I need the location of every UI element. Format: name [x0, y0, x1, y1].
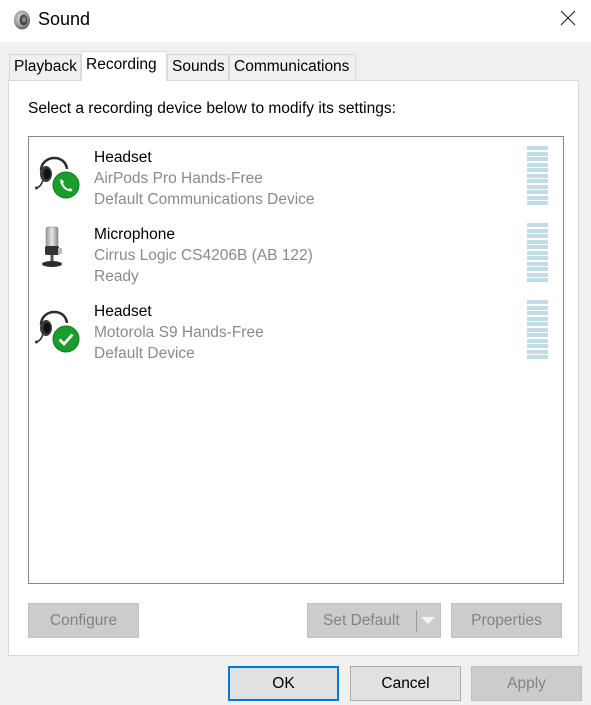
close-icon — [560, 10, 576, 30]
meter-segment — [527, 239, 548, 244]
properties-button[interactable]: Properties — [451, 603, 562, 638]
recording-panel: Select a recording device below to modif… — [8, 80, 579, 656]
meter-segment — [527, 223, 548, 227]
configure-button[interactable]: Configure — [28, 603, 139, 638]
device-text: Headset AirPods Pro Hands-Free Default C… — [94, 147, 315, 210]
device-description: Cirrus Logic CS4206B (AB 122) — [94, 247, 313, 264]
device-name: Headset — [94, 303, 152, 320]
device-list[interactable]: Headset AirPods Pro Hands-Free Default C… — [28, 136, 564, 584]
meter-segment — [527, 190, 548, 194]
level-meter — [527, 300, 549, 361]
device-item[interactable]: Microphone Cirrus Logic CS4206B (AB 122)… — [29, 214, 563, 290]
device-status: Default Device — [94, 345, 195, 362]
meter-segment — [527, 201, 548, 205]
meter-segment — [527, 316, 548, 321]
meter-segment — [527, 250, 548, 255]
device-name: Headset — [94, 149, 152, 166]
device-status: Ready — [94, 268, 139, 285]
window-title: Sound — [38, 9, 91, 29]
meter-segment — [527, 349, 548, 354]
close-button[interactable] — [545, 0, 591, 40]
device-item[interactable]: Headset AirPods Pro Hands-Free Default C… — [29, 137, 563, 213]
meter-segment — [527, 184, 548, 189]
title-bar: Sound — [0, 0, 591, 42]
meter-segment — [527, 322, 548, 326]
meter-segment — [527, 179, 548, 183]
meter-segment — [527, 338, 548, 343]
device-item[interactable]: Headset Motorola S9 Hands-Free Default D… — [29, 291, 563, 367]
device-text: Headset Motorola S9 Hands-Free Default D… — [94, 301, 264, 364]
meter-segment — [527, 245, 548, 249]
meter-segment — [527, 333, 548, 337]
tab-communications[interactable]: Communications — [229, 54, 356, 80]
meter-segment — [527, 272, 548, 277]
device-description: AirPods Pro Hands-Free — [94, 170, 263, 187]
meter-segment — [527, 151, 548, 156]
device-name: Microphone — [94, 226, 175, 243]
meter-segment — [527, 168, 548, 172]
ok-button[interactable]: OK — [228, 666, 339, 701]
speaker-icon — [12, 9, 32, 31]
level-meter — [527, 223, 549, 284]
level-meter — [527, 146, 549, 207]
device-description: Motorola S9 Hands-Free — [94, 324, 264, 341]
meter-segment — [527, 311, 548, 315]
cancel-button[interactable]: Cancel — [350, 666, 461, 701]
set-default-split-button[interactable]: Set Default — [307, 603, 441, 638]
meter-segment — [527, 234, 548, 238]
chevron-down-icon[interactable] — [421, 617, 435, 624]
tab-sounds[interactable]: Sounds — [167, 54, 229, 80]
instruction-text: Select a recording device below to modif… — [28, 100, 396, 117]
meter-segment — [527, 267, 548, 271]
meter-segment — [527, 305, 548, 310]
device-text: Microphone Cirrus Logic CS4206B (AB 122)… — [94, 224, 313, 287]
checkmark-badge-icon — [52, 325, 80, 357]
meter-segment — [527, 228, 548, 233]
meter-segment — [527, 300, 548, 304]
meter-segment — [527, 146, 548, 150]
meter-segment — [527, 344, 548, 348]
apply-button[interactable]: Apply — [471, 666, 582, 701]
meter-segment — [527, 261, 548, 266]
meter-segment — [527, 157, 548, 161]
device-status: Default Communications Device — [94, 191, 315, 208]
meter-segment — [527, 355, 548, 359]
meter-segment — [527, 256, 548, 260]
tab-recording[interactable]: Recording — [81, 51, 167, 81]
split-divider — [416, 610, 417, 632]
microphone-icon — [35, 224, 79, 272]
meter-segment — [527, 162, 548, 167]
meter-segment — [527, 195, 548, 200]
meter-segment — [527, 173, 548, 178]
tab-playback[interactable]: Playback — [9, 54, 81, 80]
meter-segment — [527, 327, 548, 332]
meter-segment — [527, 278, 548, 282]
phone-badge-icon — [52, 171, 80, 203]
set-default-label: Set Default — [323, 612, 400, 629]
